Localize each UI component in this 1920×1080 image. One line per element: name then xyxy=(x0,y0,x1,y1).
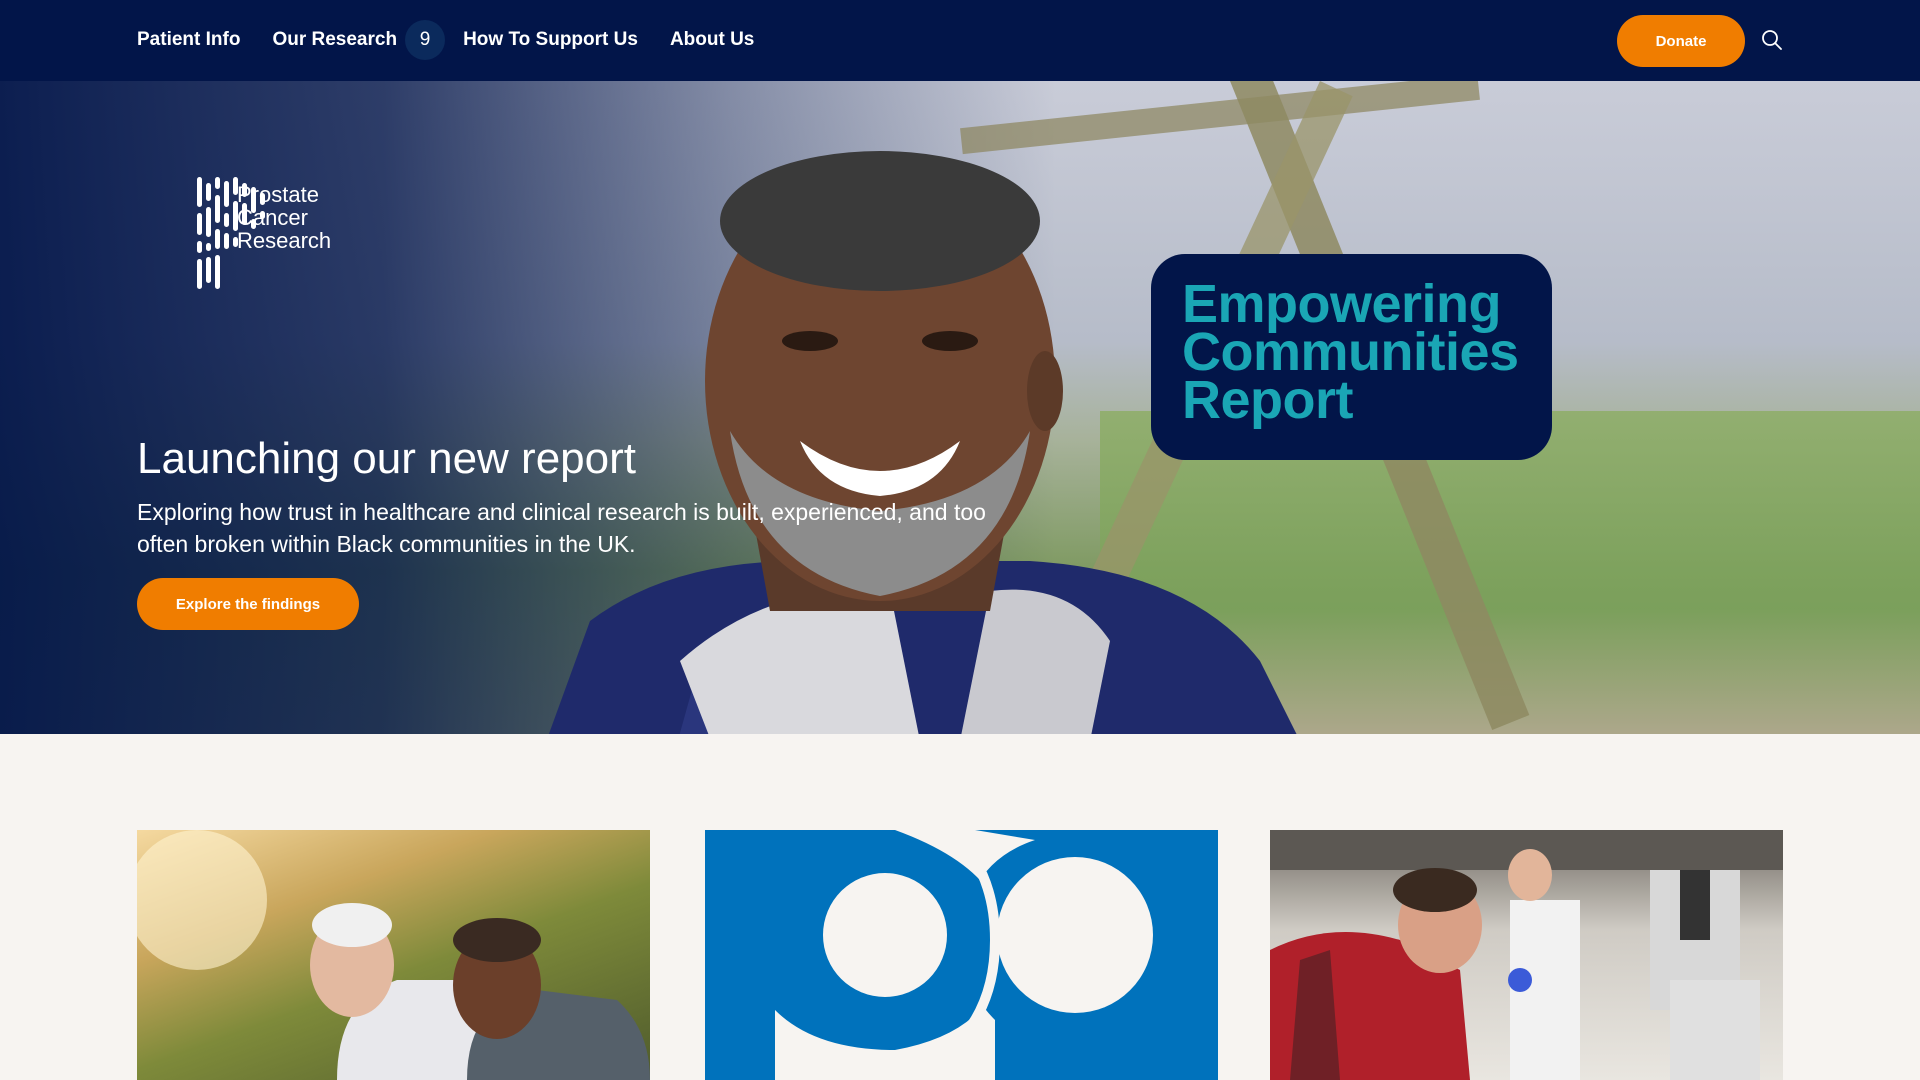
nav-link-about-us[interactable]: About Us xyxy=(670,29,754,51)
hero-banner: Prostate Cancer Research Empowering Comm… xyxy=(0,81,1920,734)
hero-title: Launching our new report xyxy=(137,434,636,483)
report-badge-line: Empowering xyxy=(1182,274,1502,334)
report-badge-line: Communities xyxy=(1182,322,1519,382)
search-icon[interactable] xyxy=(1760,28,1784,52)
logo-line: Cancer xyxy=(237,205,308,230)
explore-findings-button[interactable]: Explore the findings xyxy=(137,578,359,630)
nav-link-patient-info[interactable]: Patient Info xyxy=(137,29,240,51)
nav-links: Patient Info Our Research 9 How To Suppo… xyxy=(137,20,754,60)
report-badge: Empowering Communities Report xyxy=(1151,254,1552,460)
lab-scientist-photo xyxy=(1270,830,1783,1080)
logo-line: Research xyxy=(237,228,332,253)
top-navigation: Patient Info Our Research 9 How To Suppo… xyxy=(0,0,1920,81)
brand-logo-graphic xyxy=(705,830,1218,1080)
donate-button[interactable]: Donate xyxy=(1617,15,1745,67)
nav-link-our-research[interactable]: Our Research xyxy=(272,29,397,51)
two-men-photo xyxy=(137,830,650,1080)
card-image-two-men[interactable] xyxy=(137,830,650,1080)
card-image-lab-scientist[interactable] xyxy=(1270,830,1783,1080)
nav-link-how-to-support-us[interactable]: How To Support Us xyxy=(463,29,638,51)
logo-wordmark: Prostate Cancer Research xyxy=(237,183,331,252)
report-badge-line: Report xyxy=(1182,370,1354,430)
notification-badge[interactable]: 9 xyxy=(405,20,446,60)
card-brand-graphic[interactable] xyxy=(705,830,1218,1080)
hero-subtitle: Exploring how trust in healthcare and cl… xyxy=(137,499,986,557)
logo-line: Prostate xyxy=(237,182,319,207)
